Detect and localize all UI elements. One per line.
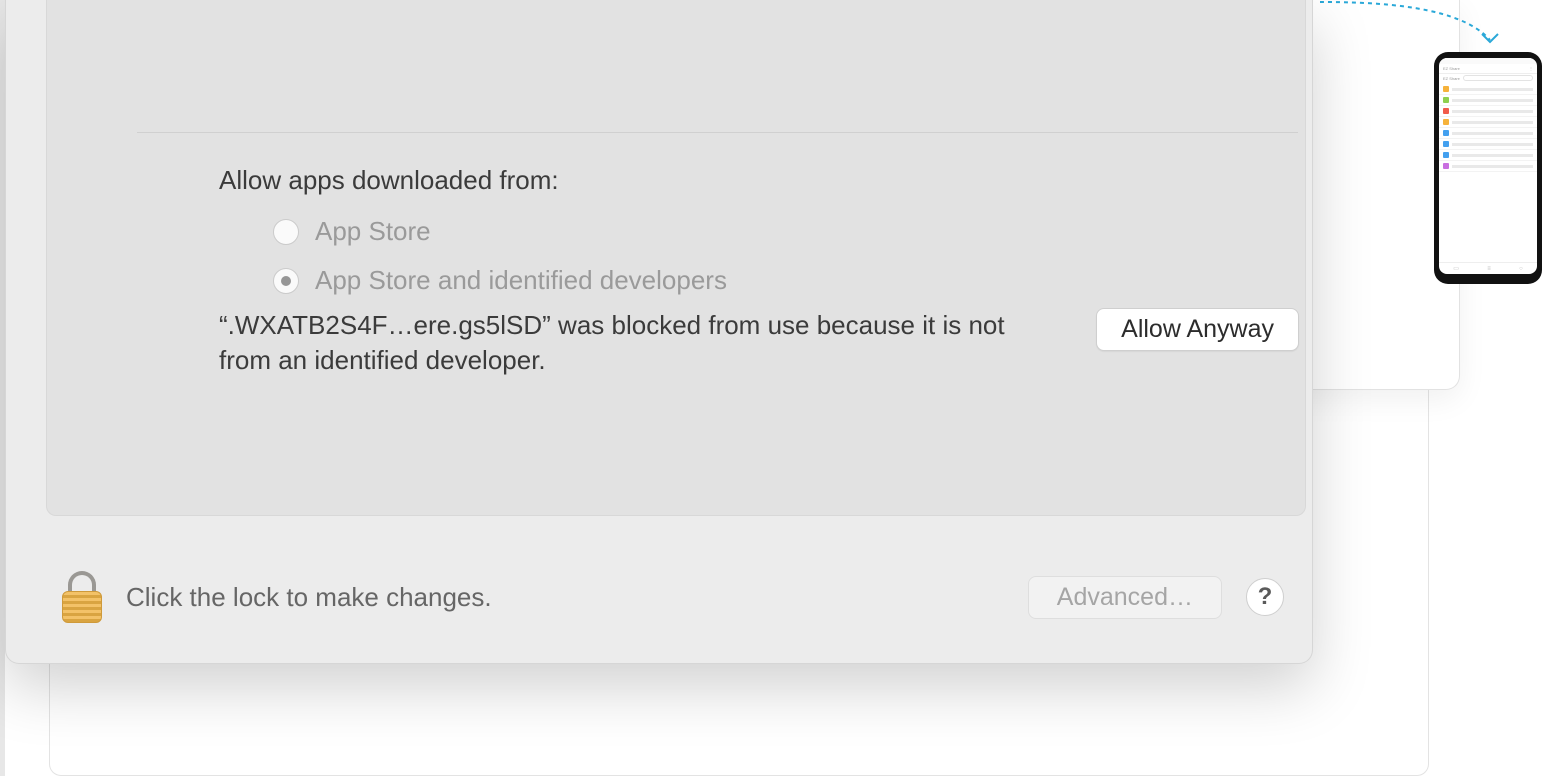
phone-file-row [1439, 95, 1537, 106]
phone-app-header: EZ Share ⋮ [1439, 64, 1537, 74]
file-type-icon [1443, 152, 1449, 158]
radio-option-app-store[interactable]: App Store [273, 216, 727, 247]
lock-hint-text: Click the lock to make changes. [126, 582, 492, 613]
footer-right: Advanced… ? [1028, 576, 1284, 619]
radio-icon [273, 219, 299, 245]
phone-file-row [1439, 139, 1537, 150]
file-name-placeholder [1452, 99, 1533, 102]
phone-app-title: EZ Share [1443, 66, 1460, 71]
phone-file-row [1439, 84, 1537, 95]
file-type-icon [1443, 97, 1449, 103]
allow-anyway-button[interactable]: Allow Anyway [1096, 308, 1299, 351]
phone-file-list [1439, 84, 1537, 262]
radio-icon [273, 268, 299, 294]
help-button[interactable]: ? [1246, 578, 1284, 616]
phone-file-row [1439, 128, 1537, 139]
blocked-app-row: “.WXATB2S4F…ere.gs5lSD” was blocked from… [219, 308, 1299, 378]
radio-option-app-store-identified[interactable]: App Store and identified developers [273, 265, 727, 296]
phone-file-row [1439, 106, 1537, 117]
file-name-placeholder [1452, 88, 1533, 91]
blocked-app-message: “.WXATB2S4F…ere.gs5lSD” was blocked from… [219, 308, 1049, 378]
phone-screen: EZ Share ⋮ EZ Share ▭ ≡ ○ [1439, 58, 1537, 274]
phone-search-input [1463, 75, 1533, 81]
radio-label: App Store and identified developers [315, 265, 727, 296]
file-type-icon [1443, 86, 1449, 92]
file-name-placeholder [1452, 110, 1533, 113]
file-type-icon [1443, 108, 1449, 114]
file-name-placeholder [1452, 143, 1533, 146]
file-type-icon [1443, 141, 1449, 147]
card-divider [137, 132, 1298, 133]
phone-preview: EZ Share ⋮ EZ Share ▭ ≡ ○ [1434, 52, 1542, 284]
security-preferences-window: Allow apps downloaded from: App Store Ap… [5, 0, 1313, 664]
phone-nav-icon: ▭ [1453, 265, 1459, 272]
allow-apps-section-title: Allow apps downloaded from: [219, 165, 559, 196]
advanced-button[interactable]: Advanced… [1028, 576, 1222, 619]
file-type-icon [1443, 119, 1449, 125]
phone-file-row [1439, 161, 1537, 172]
allow-apps-radio-group: App Store App Store and identified devel… [273, 216, 727, 296]
lock-icon[interactable] [62, 571, 102, 623]
file-name-placeholder [1452, 154, 1533, 157]
preferences-card: Allow apps downloaded from: App Store Ap… [46, 0, 1306, 516]
phone-menu-icon: ⋮ [1529, 66, 1533, 71]
phone-app-title-2: EZ Share [1443, 76, 1460, 81]
file-name-placeholder [1452, 121, 1533, 124]
file-type-icon [1443, 163, 1449, 169]
phone-nav-icon: ○ [1519, 266, 1523, 272]
footer-left: Click the lock to make changes. [62, 571, 492, 623]
phone-search-row: EZ Share [1439, 74, 1537, 84]
phone-file-row [1439, 150, 1537, 161]
file-name-placeholder [1452, 132, 1533, 135]
preferences-footer: Click the lock to make changes. Advanced… [62, 571, 1284, 623]
file-type-icon [1443, 130, 1449, 136]
file-name-placeholder [1452, 165, 1533, 168]
phone-nav-icon: ≡ [1487, 266, 1491, 272]
radio-label: App Store [315, 216, 431, 247]
phone-bottom-bar: ▭ ≡ ○ [1439, 262, 1537, 274]
phone-file-row [1439, 117, 1537, 128]
